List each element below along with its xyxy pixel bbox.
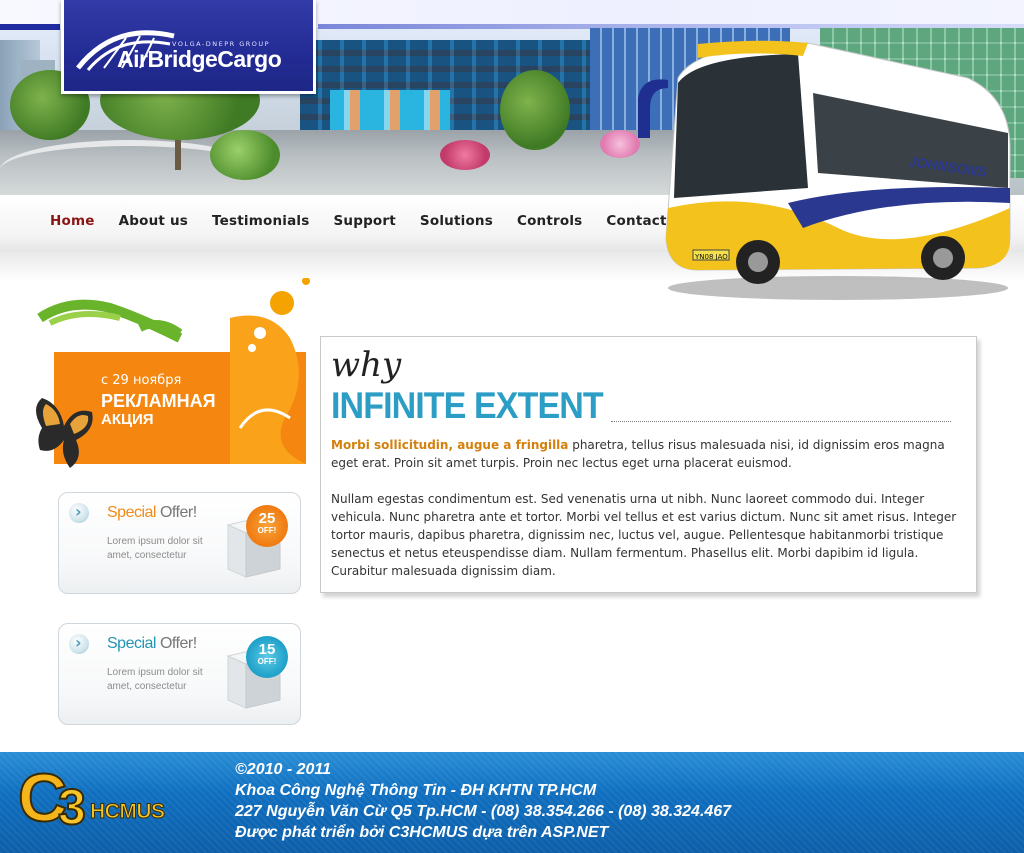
content-paragraph: Nullam egestas condimentum est. Sed vene… xyxy=(331,492,957,578)
discount-badge: 25 OFF! xyxy=(246,505,288,547)
tree-image xyxy=(500,70,570,150)
content-paragraph: Morbi sollicitudin, augue a fringilla ph… xyxy=(331,436,971,472)
nav-about-us[interactable]: About us xyxy=(119,213,188,229)
main-content-panel: why INFINITE EXTENT Morbi sollicitudin, … xyxy=(320,336,977,593)
flowers-image xyxy=(440,140,490,170)
nav-home[interactable]: Home xyxy=(50,213,95,229)
chevron-right-icon xyxy=(69,502,89,523)
discount-badge: 15 OFF! xyxy=(246,636,288,678)
offer-title-word: Special xyxy=(107,635,156,652)
nav-controls[interactable]: Controls xyxy=(517,213,582,229)
main-nav: Home About us Testimonials Support Solut… xyxy=(50,213,691,229)
logo-name: AirBridgeCargo xyxy=(117,46,282,72)
offer-title-word: Special xyxy=(107,504,156,521)
offer-text: Lorem ipsum dolor sit amet, consectetur xyxy=(107,536,203,561)
offer-title: Special Offer! xyxy=(107,635,197,653)
content-kicker: why xyxy=(331,345,402,385)
offer-title-word: Offer! xyxy=(159,635,197,652)
shrub-image xyxy=(210,130,280,180)
header-stripe xyxy=(0,24,60,30)
highlight-text: Morbi sollicitudin, augue a fringilla xyxy=(331,438,569,452)
copyright-text: ©2010 - 2011 xyxy=(235,761,332,778)
content-headline: INFINITE EXTENT xyxy=(331,385,604,426)
discount-percent: 15 xyxy=(258,641,276,658)
dotted-divider xyxy=(611,421,951,422)
footer-logo[interactable]: C 3 HCMUS xyxy=(17,760,193,845)
logo-digit: 3 xyxy=(57,779,87,835)
logo-text: HCMUS xyxy=(90,800,166,824)
discount-label: OFF! xyxy=(257,526,277,535)
offer-title: Special Offer! xyxy=(107,504,197,522)
flowers-image xyxy=(600,130,640,158)
offer-title-word: Offer! xyxy=(159,504,197,521)
footer-address: 227 Nguyễn Văn Cừ Q5 Tp.HCM - (08) 38.35… xyxy=(235,803,732,820)
promo-subtitle: АКЦИЯ xyxy=(101,411,154,428)
bus-plate: YN08 JAO xyxy=(694,253,728,261)
special-offer-card[interactable]: Special Offer! Lorem ipsum dolor sit ame… xyxy=(58,492,301,594)
nav-testimonials[interactable]: Testimonials xyxy=(212,213,309,229)
discount-percent: 25 xyxy=(258,510,276,527)
offer-text: Lorem ipsum dolor sit amet, consectetur xyxy=(107,667,203,692)
promo-title: РЕКЛАМНАЯ xyxy=(101,391,216,411)
footer-credit: Được phát triển bởi C3HCMUS dựa trên ASP… xyxy=(235,824,609,841)
promo-date: с 29 ноября xyxy=(101,373,182,388)
footer-faculty: Khoa Công Nghệ Thông Tin - ĐH KHTN TP.HC… xyxy=(235,782,597,799)
nav-solutions[interactable]: Solutions xyxy=(420,213,493,229)
discount-label: OFF! xyxy=(257,657,277,666)
nav-support[interactable]: Support xyxy=(333,213,395,229)
site-logo[interactable]: VOLGA-DNEPR GROUP AirBridgeCargo xyxy=(61,0,316,94)
footer: C 3 HCMUS ©2010 - 2011 Khoa Công Nghệ Th… xyxy=(0,752,1024,853)
bus-image: YN08 JAO JOHNSONS xyxy=(638,40,1011,300)
chevron-right-icon xyxy=(69,633,89,654)
page: VOLGA-DNEPR GROUP AirBridgeCargo Home Ab… xyxy=(0,0,1024,853)
special-offer-card[interactable]: Special Offer! Lorem ipsum dolor sit ame… xyxy=(58,623,301,725)
